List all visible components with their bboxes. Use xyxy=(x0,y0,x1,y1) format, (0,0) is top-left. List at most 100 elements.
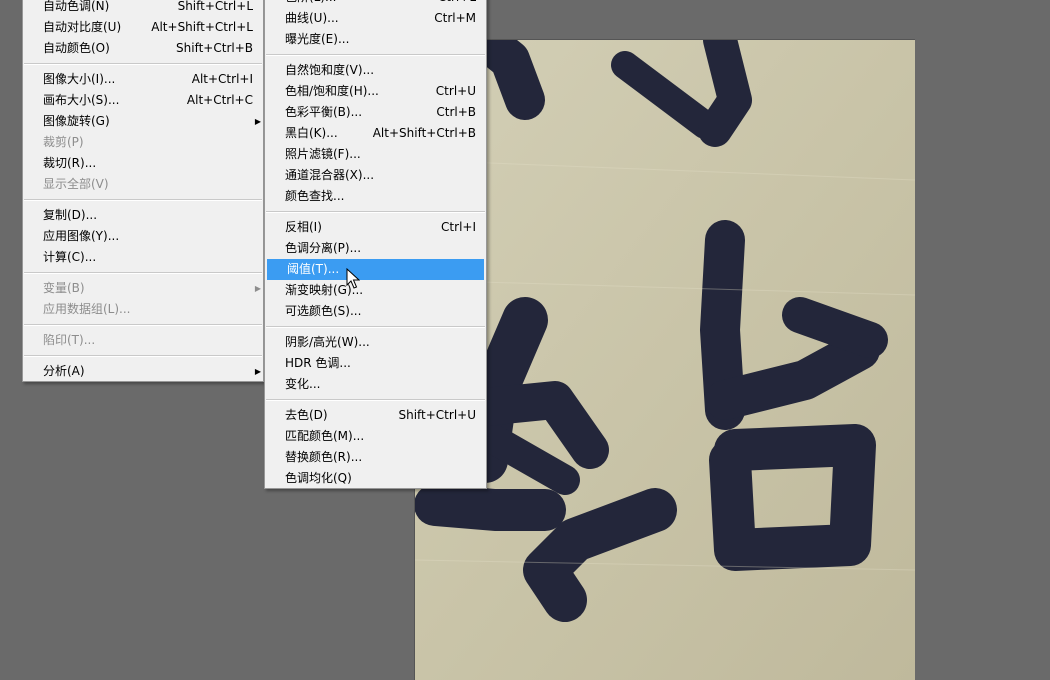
menu-item-right_menu-1-2[interactable]: 色彩平衡(B)... Ctrl+B xyxy=(265,102,486,123)
menu-item-shortcut: Ctrl+M xyxy=(434,11,476,25)
menu-item-label: HDR 色调... xyxy=(285,356,351,370)
menu-item-label: 色调分离(P)... xyxy=(285,241,362,255)
menu-item-shortcut: Ctrl+L xyxy=(438,0,476,8)
menu-item-right_menu-1-5[interactable]: 通道混合器(X)... xyxy=(265,165,486,186)
menu-item-shortcut: Shift+Ctrl+B xyxy=(176,41,253,55)
menu-item-label: 自然饱和度(V)... xyxy=(285,63,375,77)
menu-item-right_menu-2-3[interactable]: 渐变映射(G)... xyxy=(265,280,486,301)
menu-item-label: 图像旋转(G) xyxy=(43,114,110,128)
menu-item-left_menu-1-0[interactable]: 图像大小(I)... Alt+Ctrl+I xyxy=(23,69,263,90)
menu-item-right_menu-0-1[interactable]: 曲线(U)... Ctrl+M xyxy=(265,8,486,29)
menu-item-left_menu-4-0: 陷印(T)... xyxy=(23,330,263,351)
menu-item-label: 图像大小(I)... xyxy=(43,72,116,86)
menu-item-left_menu-2-0[interactable]: 复制(D)... xyxy=(23,205,263,226)
menu-item-left_menu-1-5: 显示全部(V) xyxy=(23,174,263,195)
menu-item-label: 通道混合器(X)... xyxy=(285,168,375,182)
menu-item-label: 裁切(R)... xyxy=(43,156,97,170)
menu-separator xyxy=(266,211,485,213)
menu-item-right_menu-3-1[interactable]: HDR 色调... xyxy=(265,353,486,374)
menu-item-right_menu-4-2[interactable]: 替换颜色(R)... xyxy=(265,447,486,468)
mouse-pointer-icon xyxy=(346,268,360,289)
adjustments-submenu-list: 色阶(L)... Ctrl+L 曲线(U)... Ctrl+M 曝光度(E)... 自然饱… xyxy=(265,0,486,489)
menu-item-label: 替换颜色(R)... xyxy=(285,450,363,464)
menu-item-label: 应用图像(Y)... xyxy=(43,229,120,243)
menu-item-shortcut: Shift+Ctrl+U xyxy=(398,408,476,422)
menu-item-right_menu-1-3[interactable]: 黑白(K)... Alt+Shift+Ctrl+B xyxy=(265,123,486,144)
menu-item-shortcut: Alt+Shift+Ctrl+B xyxy=(372,126,476,140)
menu-item-label: 曝光度(E)... xyxy=(285,32,350,46)
menu-item-shortcut: Alt+Shift+Ctrl+L xyxy=(151,20,253,34)
menu-item-right_menu-4-1[interactable]: 匹配颜色(M)... xyxy=(265,426,486,447)
menu-item-left_menu-1-2[interactable]: 图像旋转(G) ▶ xyxy=(23,111,263,132)
menu-separator xyxy=(24,199,262,201)
menu-item-label: 变量(B) xyxy=(43,281,85,295)
menu-item-label: 自动色调(N) xyxy=(43,0,110,13)
menu-item-shortcut: Alt+Ctrl+I xyxy=(191,72,253,86)
menu-item-right_menu-2-4[interactable]: 可选颜色(S)... xyxy=(265,301,486,322)
menu-item-left_menu-1-4[interactable]: 裁切(R)... xyxy=(23,153,263,174)
menu-item-label: 色相/饱和度(H)... xyxy=(285,84,379,98)
menu-separator xyxy=(24,63,262,65)
menu-item-label: 阴影/高光(W)... xyxy=(285,335,370,349)
menu-item-label: 颜色查找... xyxy=(285,189,345,203)
menu-item-label: 色阶(L)... xyxy=(285,0,337,8)
menu-separator xyxy=(24,355,262,357)
menu-item-left_menu-1-3: 裁剪(P) xyxy=(23,132,263,153)
menu-item-label: 裁剪(P) xyxy=(43,135,84,149)
menu-item-right_menu-1-0[interactable]: 自然饱和度(V)... xyxy=(265,60,486,81)
menu-item-label: 黑白(K)... xyxy=(285,126,338,140)
menu-item-left_menu-2-2[interactable]: 计算(C)... xyxy=(23,247,263,268)
menu-item-label: 显示全部(V) xyxy=(43,177,109,191)
menu-item-left_menu-0-2[interactable]: 自动颜色(O) Shift+Ctrl+B xyxy=(23,38,263,59)
menu-item-left_menu-0-0[interactable]: 自动色调(N) Shift+Ctrl+L xyxy=(23,0,263,17)
menu-item-label: 去色(D) xyxy=(285,408,328,422)
menu-separator xyxy=(266,54,485,56)
submenu-arrow-icon: ▶ xyxy=(254,284,261,293)
menu-item-label: 色彩平衡(B)... xyxy=(285,105,363,119)
adjustments-submenu: 色阶(L)... Ctrl+L 曲线(U)... Ctrl+M 曝光度(E)... 自然饱… xyxy=(264,0,487,489)
menu-item-right_menu-1-1[interactable]: 色相/饱和度(H)... Ctrl+U xyxy=(265,81,486,102)
menu-item-right_menu-3-0[interactable]: 阴影/高光(W)... xyxy=(265,332,486,353)
menu-item-shortcut: Ctrl+I xyxy=(441,220,476,234)
menu-item-right_menu-0-2[interactable]: 曝光度(E)... xyxy=(265,29,486,50)
menu-item-left_menu-0-1[interactable]: 自动对比度(U) Alt+Shift+Ctrl+L xyxy=(23,17,263,38)
menu-item-shortcut: Ctrl+B xyxy=(436,105,476,119)
menu-item-right_menu-0-0[interactable]: 色阶(L)... Ctrl+L xyxy=(265,0,486,8)
menu-item-left_menu-1-1[interactable]: 画布大小(S)... Alt+Ctrl+C xyxy=(23,90,263,111)
image-menu: 自动色调(N) Shift+Ctrl+L 自动对比度(U) Alt+Shift+Ctr… xyxy=(22,0,264,382)
submenu-arrow-icon: ▶ xyxy=(254,367,261,376)
menu-item-left_menu-2-1[interactable]: 应用图像(Y)... xyxy=(23,226,263,247)
menu-item-label: 反相(I) xyxy=(285,220,322,234)
menu-item-label: 曲线(U)... xyxy=(285,11,339,25)
menu-item-right_menu-4-3[interactable]: 色调均化(Q) xyxy=(265,468,486,489)
menu-item-right_menu-1-4[interactable]: 照片滤镜(F)... xyxy=(265,144,486,165)
menu-item-label: 自动对比度(U) xyxy=(43,20,122,34)
menu-separator xyxy=(266,326,485,328)
menu-item-right_menu-3-2[interactable]: 变化... xyxy=(265,374,486,395)
menu-item-label: 照片滤镜(F)... xyxy=(285,147,361,161)
menu-item-right_menu-2-0[interactable]: 反相(I) Ctrl+I xyxy=(265,217,486,238)
menu-item-right_menu-2-2[interactable]: 阈值(T)... xyxy=(267,259,484,280)
menu-item-label: 变化... xyxy=(285,377,321,391)
menu-separator xyxy=(266,399,485,401)
image-menu-list: 自动色调(N) Shift+Ctrl+L 自动对比度(U) Alt+Shift+Ctr… xyxy=(23,0,263,382)
submenu-arrow-icon: ▶ xyxy=(254,117,261,126)
calligraphy-artwork xyxy=(415,40,915,680)
menu-item-label: 画布大小(S)... xyxy=(43,93,120,107)
menu-item-label: 分析(A) xyxy=(43,364,85,378)
menu-item-right_menu-1-6[interactable]: 颜色查找... xyxy=(265,186,486,207)
menu-item-left_menu-3-0: 变量(B) ▶ xyxy=(23,278,263,299)
menu-item-label: 应用数据组(L)... xyxy=(43,302,131,316)
menu-item-label: 陷印(T)... xyxy=(43,333,96,347)
menu-item-shortcut: Ctrl+U xyxy=(435,84,476,98)
menu-item-label: 自动颜色(O) xyxy=(43,41,110,55)
menu-item-right_menu-4-0[interactable]: 去色(D) Shift+Ctrl+U xyxy=(265,405,486,426)
menu-item-left_menu-5-0[interactable]: 分析(A) ▶ xyxy=(23,361,263,382)
document-canvas[interactable] xyxy=(414,39,915,680)
menu-item-right_menu-2-1[interactable]: 色调分离(P)... xyxy=(265,238,486,259)
menu-item-label: 匹配颜色(M)... xyxy=(285,429,365,443)
menu-item-label: 复制(D)... xyxy=(43,208,98,222)
menu-item-label: 色调均化(Q) xyxy=(285,471,352,485)
menu-item-left_menu-3-1: 应用数据组(L)... xyxy=(23,299,263,320)
menu-item-label: 计算(C)... xyxy=(43,250,97,264)
